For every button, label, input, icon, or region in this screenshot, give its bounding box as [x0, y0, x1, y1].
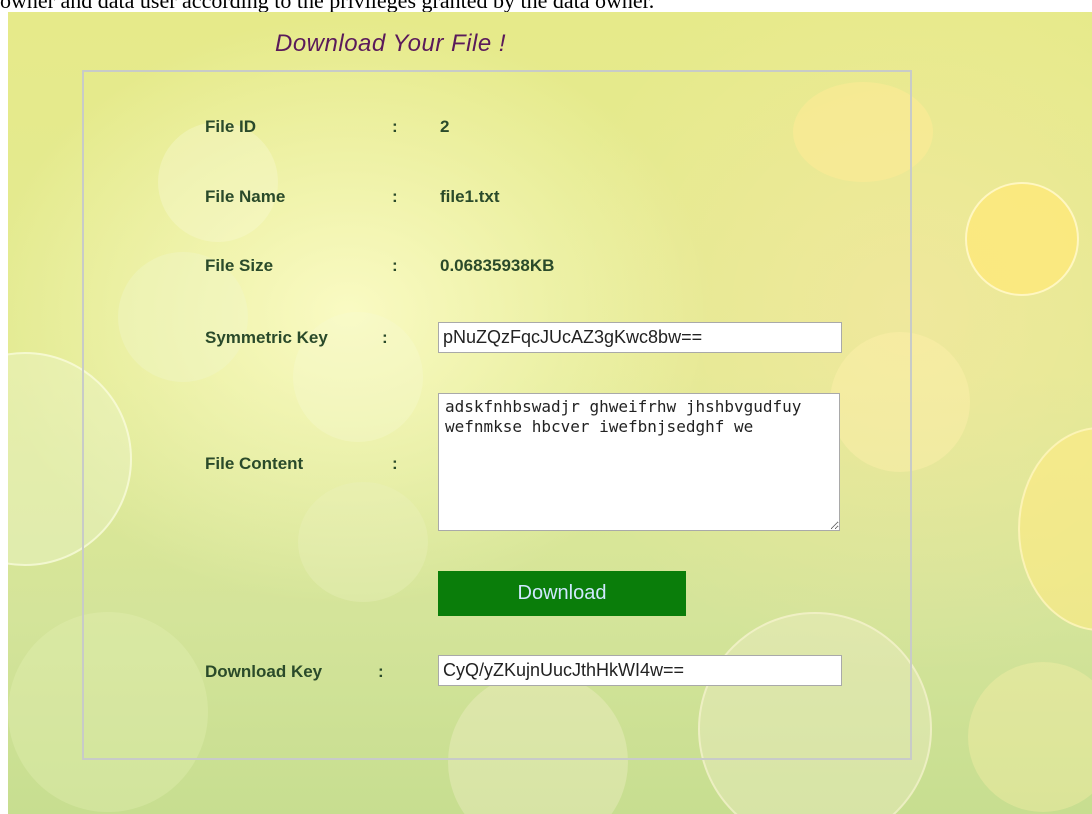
- file-size-separator: :: [392, 256, 398, 275]
- bokeh-circle: [965, 182, 1079, 296]
- file-content-label: File Content: [205, 454, 304, 473]
- file-content-separator: :: [392, 454, 398, 473]
- file-name-value: file1.txt: [440, 187, 500, 206]
- download-key-label: Download Key: [205, 662, 323, 681]
- file-id-separator: :: [392, 117, 398, 136]
- file-name-separator: :: [392, 187, 398, 206]
- file-name-label: File Name: [205, 187, 286, 206]
- bokeh-circle: [968, 662, 1092, 812]
- file-content-textarea[interactable]: adskfnhbswadjr ghweifrhw jhshbvgudfuy we…: [438, 393, 840, 531]
- bokeh-circle: [1018, 427, 1092, 631]
- file-id-value: 2: [440, 117, 450, 136]
- file-id-label: File ID: [205, 117, 257, 136]
- download-key-field[interactable]: [438, 655, 842, 686]
- download-key-separator: :: [378, 662, 384, 681]
- symmetric-key-label: Symmetric Key: [205, 328, 328, 347]
- symmetric-key-field[interactable]: [438, 322, 842, 353]
- download-button[interactable]: Download: [438, 571, 686, 616]
- file-size-label: File Size: [205, 256, 274, 275]
- symmetric-key-separator: :: [382, 328, 388, 347]
- page-title: Download Your File !: [275, 30, 507, 57]
- file-size-value: 0.06835938KB: [440, 256, 555, 275]
